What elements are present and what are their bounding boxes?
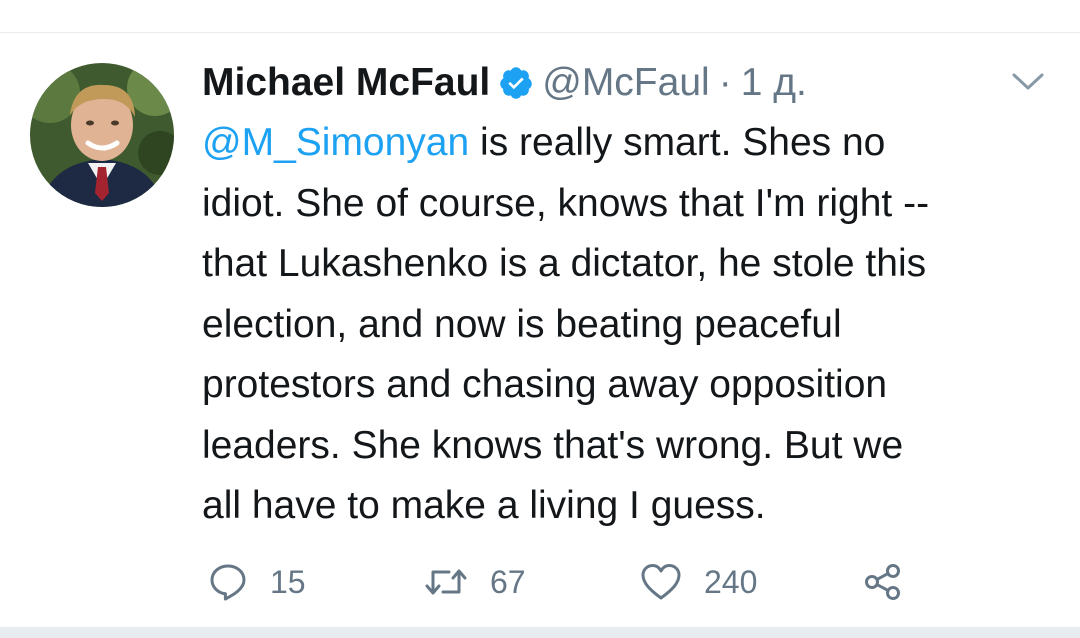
tweet-line-2: idiot. She of course, knows that I'm rig… [202,181,930,225]
reply-button[interactable]: 15 [208,558,306,606]
reply-count: 15 [270,563,306,600]
tweet-line-4: election, and now is beating peaceful [202,302,842,346]
retweet-button[interactable]: 67 [424,558,526,606]
timestamp[interactable]: 1 д. [741,61,807,105]
retweet-icon [425,569,467,595]
tweet-text: @M_Simonyan is really smart. Shes no idi… [202,113,1062,537]
tweet-line-5: protestors and chasing away opposition [202,363,888,406]
tweet-header: Michael McFaul @McFaul · 1 д. [202,55,807,111]
bottom-divider [0,627,1080,638]
retweet-count: 67 [490,563,526,600]
tweet-line-1-text: is really smart. Shes no [469,121,886,164]
share-icon [865,564,900,600]
separator-dot: · [718,61,732,104]
like-count: 240 [704,563,758,600]
display-name[interactable]: Michael McFaul [202,61,490,105]
like-button[interactable]: 240 [640,558,757,606]
tweet-line-6: leaders. She knows that's wrong. But we [202,423,904,467]
heart-icon [641,564,681,600]
tweet[interactable]: Michael McFaul @McFaul · 1 д. @M_Simonya… [0,33,1080,627]
mention-link[interactable]: @M_Simonyan [202,121,469,164]
tweet-line-1: @M_Simonyan is really smart. Shes no [202,113,1062,174]
top-divider [0,0,1080,33]
verified-badge-icon [498,65,534,101]
share-button[interactable] [862,558,926,606]
avatar[interactable] [30,63,174,207]
chevron-down-icon[interactable] [1010,70,1046,94]
tweet-line-7: all have to make a living I guess. [202,484,766,527]
handle[interactable]: @McFaul [542,61,709,105]
reply-icon [210,564,246,601]
action-bar: 15 67 240 [0,558,1080,606]
tweet-line-3: that Lukashenko is a dictator, he stole … [202,242,927,285]
